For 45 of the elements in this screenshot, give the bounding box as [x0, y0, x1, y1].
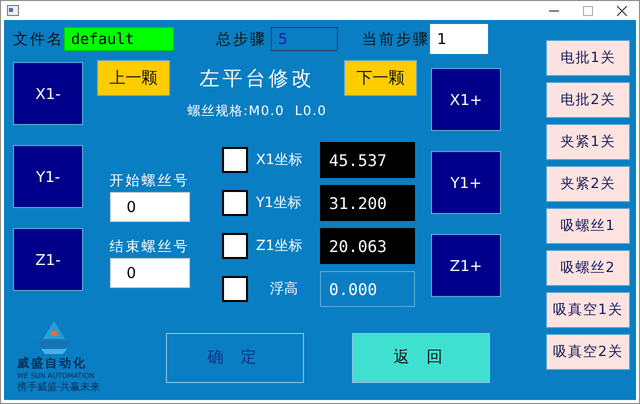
next-button[interactable]: 下一颗 — [344, 60, 417, 96]
toggle-button[interactable]: 电批1关 — [546, 40, 630, 76]
screw-spec-text: 螺丝规格:M0.0 L0.0 — [187, 103, 327, 120]
file-name-field[interactable]: default — [64, 27, 174, 51]
file-name-label: 文件名 — [13, 30, 64, 48]
coordinate-display: 31.200 — [320, 185, 415, 221]
jog-button[interactable]: Y1+ — [431, 151, 501, 214]
jog-button[interactable]: Y1- — [13, 145, 83, 208]
current-step-field[interactable]: 1 — [430, 24, 488, 54]
previous-button[interactable]: 上一颗 — [97, 60, 170, 96]
coordinate-display: 20.063 — [320, 228, 415, 264]
checkbox[interactable] — [222, 190, 248, 216]
jog-button[interactable]: Z1+ — [431, 234, 501, 297]
start-screw-field[interactable]: 0 — [110, 192, 190, 222]
axis-label: 浮高 — [269, 280, 299, 298]
jog-button[interactable]: X1+ — [431, 68, 501, 131]
toggle-button[interactable]: 电批2关 — [546, 82, 630, 118]
total-steps-label: 总步骤 — [216, 30, 267, 48]
end-screw-label: 结束螺丝号 — [110, 238, 190, 256]
toggle-button[interactable]: 吸真空2关 — [546, 334, 630, 370]
close-icon[interactable] — [617, 6, 627, 16]
axis-label: Z1坐标 — [256, 237, 304, 255]
toggle-button[interactable]: 夹紧2关 — [546, 166, 630, 202]
toggle-button[interactable]: 吸螺丝2 — [546, 250, 630, 286]
float-height-field[interactable]: 0.000 — [320, 271, 415, 307]
coordinate-display: 45.537 — [320, 142, 415, 178]
checkbox[interactable] — [222, 276, 248, 302]
axis-label: Y1坐标 — [256, 194, 302, 212]
current-step-label: 当前步骤 — [362, 30, 430, 48]
axis-label: X1坐标 — [256, 151, 304, 169]
page-title: 左平台修改 — [198, 64, 316, 92]
start-screw-label: 开始螺丝号 — [110, 172, 190, 190]
total-steps-field: 5 — [271, 27, 338, 51]
toggle-button[interactable]: 吸真空1关 — [546, 292, 630, 328]
logo-slogan: 携手威盛·共赢未来 — [17, 380, 100, 394]
jog-button[interactable]: Z1- — [13, 228, 83, 291]
logo-name: 威盛自动化 — [17, 355, 87, 372]
end-screw-field[interactable]: 0 — [110, 258, 190, 288]
toggle-button[interactable]: 夹紧1关 — [546, 124, 630, 160]
checkbox[interactable] — [222, 233, 248, 259]
app-icon — [7, 5, 19, 16]
jog-button[interactable]: X1- — [13, 62, 83, 125]
toggle-button[interactable]: 吸螺丝1 — [546, 208, 630, 244]
back-button[interactable]: 返 回 — [352, 332, 490, 382]
checkbox[interactable] — [222, 147, 248, 173]
